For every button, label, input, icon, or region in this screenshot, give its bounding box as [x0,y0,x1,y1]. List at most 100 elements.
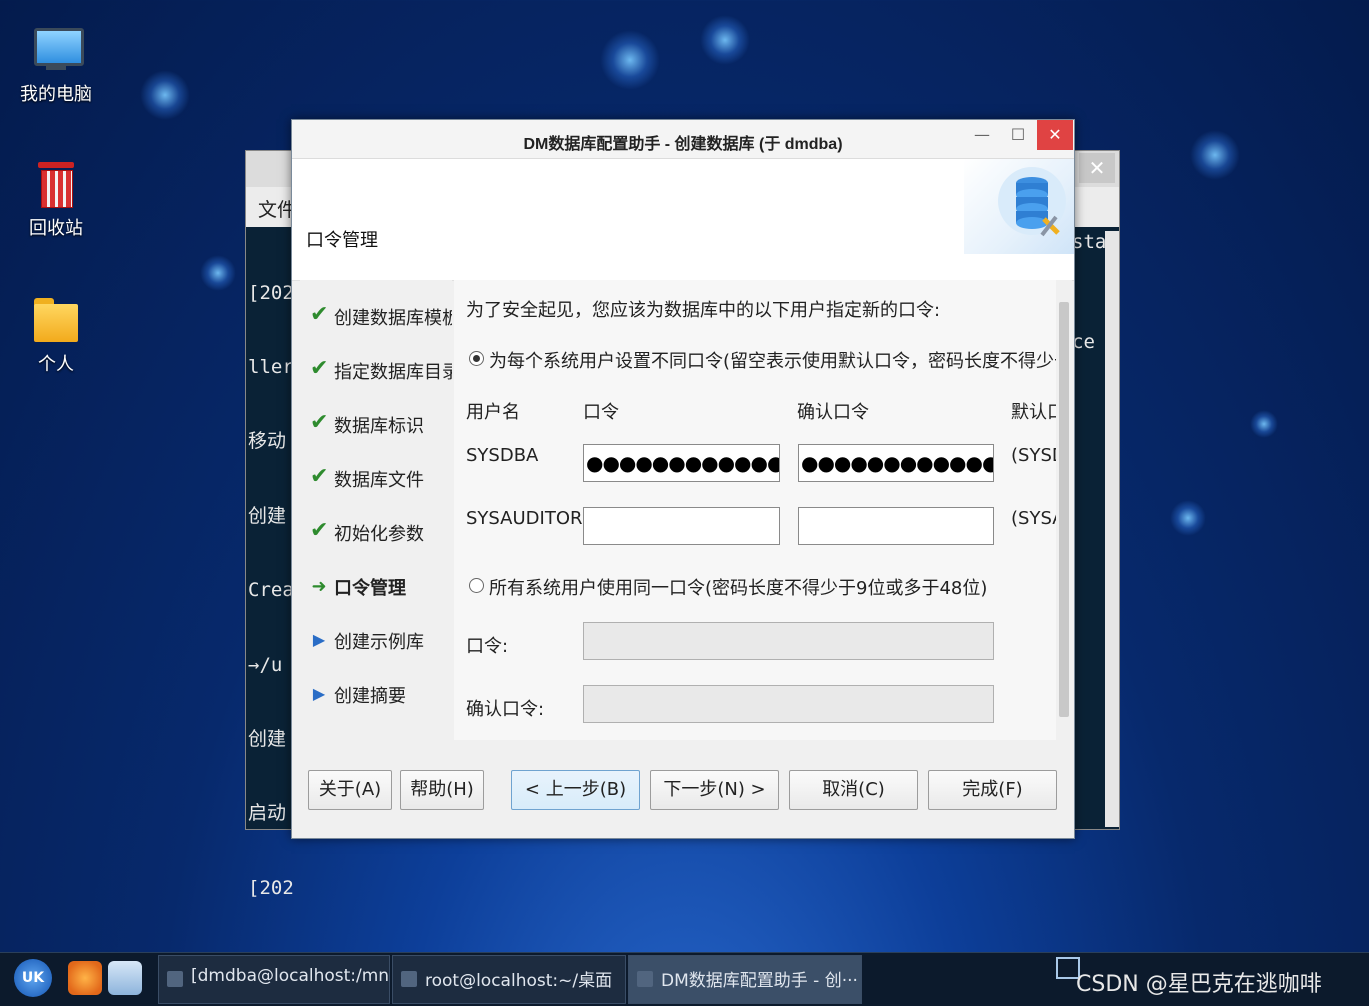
desktop-icon-trash[interactable]: 回收站 [16,160,96,240]
dialog-header: 口令管理 [292,159,1074,281]
step-label: 指定数据库目录 [334,362,452,383]
terminal-line: ller [248,355,294,378]
scrollbar-thumb[interactable] [1059,302,1069,717]
password-panel: 为了安全起见，您应该为数据库中的以下用户指定新的口令: 为每个系统用户设置不同口… [454,280,1072,740]
desktop-icon-label: 我的电脑 [20,84,92,105]
column-header-confirm: 确认口令 [797,402,869,423]
triangle-right-icon: ▶ [310,738,328,740]
check-icon: ✔ [310,464,329,489]
step-item-current: ➜ 口令管理 [300,564,452,604]
step-label: 数据库文件 [334,470,424,491]
finish-button[interactable]: 完成(F) [928,770,1057,810]
next-button[interactable]: 下一步(N) > [650,770,779,810]
terminal-icon [167,971,183,987]
close-icon[interactable]: ✕ [1037,120,1073,150]
terminal-line: 创建 [248,727,287,750]
step-label: 创建摘要 [334,686,406,707]
taskbar-task-terminal-root[interactable]: root@localhost:~/桌面 [392,955,626,1004]
terminal-line: [202 [248,281,294,304]
prev-button[interactable]: < 上一步(B) [511,770,640,810]
watermark: CSDN @星巴克在逃咖啡 [1076,972,1322,997]
file-manager-icon[interactable] [108,961,142,995]
check-icon: ✔ [310,302,329,327]
step-label: 初始化参数 [334,524,424,545]
check-icon: ✔ [310,410,329,435]
step-label: 创建数据库模板 [334,308,452,329]
radio-each-user-label[interactable]: 为每个系统用户设置不同口令(留空表示使用默认口令，密码长度不得少于9位或多 [489,347,1072,373]
same-confirm-label: 确认口令: [466,699,545,720]
terminal-scrollbar[interactable] [1105,231,1119,827]
folder-home-icon [32,296,80,344]
maximize-icon[interactable]: ☐ [1000,120,1036,150]
step-item: ▶ 创建摘要 [300,672,452,712]
step-item: ✔ 创建数据库模板 [300,294,452,334]
sysdba-confirm-field[interactable]: ●●●●●●●●●●●●● [798,444,994,482]
column-header-password: 口令 [583,402,619,423]
desktop-icon-my-computer[interactable]: 我的电脑 [16,26,96,106]
step-item: ✔ 数据库文件 [300,456,452,496]
sysauditor-password-field[interactable] [583,507,780,545]
task-label: DM数据库配置助手 - 创··· [661,971,858,991]
step-item: ✔ 数据库标识 [300,402,452,442]
user-name: SYSAUDITOR [466,508,583,529]
same-confirm-field[interactable] [583,685,994,723]
terminal-line: 创建 [248,504,287,527]
step-item: ✔ 初始化参数 [300,510,452,550]
radio-same-password-label[interactable]: 所有系统用户使用同一口令(密码长度不得少于9位或多于48位) [489,574,987,600]
step-label: 创建 [334,736,370,740]
same-password-label: 口令: [466,636,509,657]
trash-icon [32,160,80,208]
terminal-line: 移动 [248,430,287,453]
dialog-titlebar[interactable]: DM数据库配置助手 - 创建数据库 (于 dmdba) — ☐ ✕ [292,120,1074,159]
taskbar-task-dm-config[interactable]: DM数据库配置助手 - 创··· [628,955,862,1004]
taskbar-task-terminal-dmdba[interactable]: [dmdba@localhost:/mnt] [158,955,390,1004]
arrow-right-icon: ➜ [311,576,327,597]
minimize-icon[interactable]: — [964,120,1000,150]
close-icon[interactable]: ✕ [1079,153,1115,183]
intro-text: 为了安全起见，您应该为数据库中的以下用户指定新的口令: [466,300,941,321]
task-label: root@localhost:~/桌面 [425,971,613,991]
page-title: 口令管理 [306,230,378,251]
step-item: ✔ 指定数据库目录 [300,348,452,388]
radio-each-user[interactable] [469,351,484,366]
terminal-output: [202 ller 移动 创建 Crea →/u 创建 启动 [202 [248,231,294,950]
terminal-line: Crea [248,579,294,602]
app-icon [637,971,653,987]
task-label: [dmdba@localhost:/mnt] [191,966,390,986]
database-logo-icon [964,159,1074,254]
check-icon: ✔ [310,518,329,543]
dialog-title: DM数据库配置助手 - 创建数据库 (于 dmdba) [523,136,843,153]
column-header-user: 用户名 [466,402,520,423]
radio-same-password[interactable] [469,578,484,593]
wizard-steps: ✔ 创建数据库模板 ✔ 指定数据库目录 ✔ 数据库标识 ✔ 数据库文件 ✔ 初始… [300,280,452,740]
sysdba-password-field[interactable]: ●●●●●●●●●●●●● [583,444,780,482]
sysauditor-confirm-field[interactable] [798,507,994,545]
terminal-line: 启动 [248,802,287,825]
check-icon: ✔ [310,356,329,381]
terminal-line: →/u [248,653,283,676]
step-label: 数据库标识 [334,416,424,437]
desktop-icon-home[interactable]: 个人 [16,296,96,376]
triangle-right-icon: ▶ [312,684,326,703]
desktop-icon-label: 回收站 [29,218,83,239]
triangle-right-icon: ▶ [312,630,326,649]
same-password-field[interactable] [583,622,994,660]
step-label: 创建示例库 [334,632,424,653]
cancel-button[interactable]: 取消(C) [789,770,918,810]
help-button[interactable]: 帮助(H) [400,770,484,810]
about-button[interactable]: 关于(A) [308,770,392,810]
step-item: ▶ 创建示例库 [300,618,452,658]
terminal-fragment: ce [1072,331,1095,353]
start-menu-button[interactable]: UK [14,959,52,997]
terminal-fragment: sta [1072,231,1107,253]
step-label: 口令管理 [334,578,406,599]
content-scrollbar[interactable] [1056,280,1072,740]
computer-icon [32,26,84,74]
user-name: SYSDBA [466,445,539,466]
dm-config-dialog: DM数据库配置助手 - 创建数据库 (于 dmdba) — ☐ ✕ 口令管理 ✔ [291,119,1075,839]
step-item: ▶ 创建 [300,726,452,740]
firefox-icon[interactable] [68,961,102,995]
terminal-line: [202 [248,876,294,899]
terminal-icon [401,971,417,987]
desktop-icon-label: 个人 [38,354,74,375]
